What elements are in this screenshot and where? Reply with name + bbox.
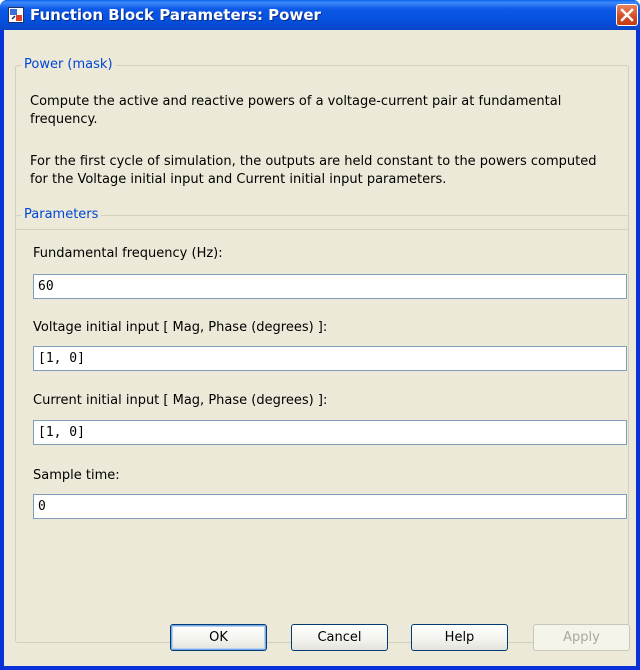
cancel-button[interactable]: Cancel <box>291 624 388 651</box>
frequency-label: Fundamental frequency (Hz): <box>33 246 223 261</box>
title-bar[interactable]: Function Block Parameters: Power <box>0 0 640 30</box>
simulink-block-icon <box>8 7 24 23</box>
mask-groupbox: Power (mask) Compute the active and reac… <box>15 57 629 230</box>
close-icon <box>620 8 634 22</box>
sample-time-label: Sample time: <box>33 468 120 483</box>
ok-button[interactable]: OK <box>170 624 267 651</box>
parameters-legend: Parameters <box>21 207 102 223</box>
sample-time-field[interactable]: 0 <box>33 494 627 519</box>
help-button[interactable]: Help <box>411 624 508 651</box>
apply-button[interactable]: Apply <box>533 624 630 651</box>
mask-description-1: Compute the active and reactive powers o… <box>30 94 562 127</box>
current-label: Current initial input [ Mag, Phase (degr… <box>33 393 328 408</box>
close-button[interactable] <box>616 4 638 26</box>
dialog-body: Power (mask) Compute the active and reac… <box>4 30 636 666</box>
current-field[interactable]: [1, 0] <box>33 420 627 445</box>
mask-legend: Power (mask) <box>21 57 116 73</box>
window-title: Function Block Parameters: Power <box>30 6 321 24</box>
dialog-window: Function Block Parameters: Power Power (… <box>0 0 640 670</box>
mask-description-2: For the first cycle of simulation, the o… <box>30 154 597 187</box>
frequency-field[interactable]: 60 <box>33 274 627 299</box>
voltage-field[interactable]: [1, 0] <box>33 346 627 371</box>
voltage-label: Voltage initial input [ Mag, Phase (degr… <box>33 320 328 335</box>
